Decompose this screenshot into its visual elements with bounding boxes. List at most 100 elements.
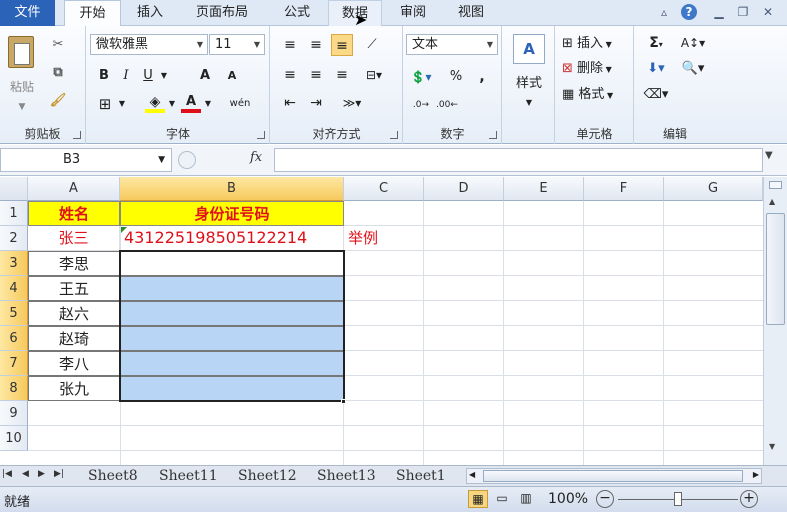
sheet-tab-sheet1[interactable]: Sheet1: [396, 466, 454, 486]
zoom-slider-thumb[interactable]: [674, 492, 682, 506]
row-header-9[interactable]: 9: [0, 401, 28, 426]
increase-decimal-icon[interactable]: .0→: [410, 94, 432, 116]
scroll-right-icon[interactable]: ▶: [753, 470, 759, 479]
font-size-select[interactable]: 11 ▼: [209, 34, 265, 55]
cell-b1[interactable]: 身份证号码: [120, 201, 344, 226]
column-header-b[interactable]: B: [120, 177, 344, 201]
delete-cells-button[interactable]: ⊠ 删除 ▼: [562, 58, 632, 80]
decrease-decimal-icon[interactable]: .00←: [436, 94, 458, 116]
orientation-icon[interactable]: ⟋: [361, 34, 383, 56]
column-header-a[interactable]: A: [28, 177, 120, 201]
insert-function-button[interactable]: fx: [250, 150, 262, 165]
paste-button[interactable]: 粘贴: [2, 76, 42, 98]
font-color-button[interactable]: A: [181, 93, 201, 113]
split-box[interactable]: [769, 181, 782, 189]
find-select-icon[interactable]: 🔍▾: [679, 58, 707, 80]
fill-icon[interactable]: ⬇▾: [643, 58, 669, 80]
row-header-10[interactable]: 10: [0, 426, 28, 451]
paste-dropdown-icon[interactable]: ▼: [4, 96, 40, 118]
cell-a6[interactable]: 赵琦: [28, 326, 120, 351]
minimize-window-icon[interactable]: ▁: [711, 4, 727, 20]
column-header-f[interactable]: F: [584, 177, 664, 201]
align-right-icon[interactable]: ≡: [331, 64, 353, 86]
font-name-select[interactable]: 微软雅黑 ▼: [90, 34, 208, 55]
styles-dropdown-icon[interactable]: ▼: [517, 92, 541, 114]
cell-a1[interactable]: 姓名: [28, 201, 120, 226]
increase-indent-icon[interactable]: ⇥: [305, 92, 327, 114]
merge-center-icon[interactable]: ⊟▾: [361, 64, 387, 86]
fill-handle[interactable]: [341, 399, 346, 404]
sheet-tab-sheet8[interactable]: Sheet8: [88, 466, 138, 486]
tab-home[interactable]: 开始: [64, 0, 121, 27]
align-top-icon[interactable]: ≡: [279, 34, 301, 56]
grow-font-button[interactable]: A: [195, 65, 215, 87]
cell-a2[interactable]: 张三: [28, 226, 120, 251]
row-header-6[interactable]: 6: [0, 326, 28, 351]
expand-formula-bar-icon[interactable]: ▼: [765, 150, 773, 161]
cell-b2[interactable]: 431225198505122214: [120, 226, 344, 251]
vertical-scroll-thumb[interactable]: [766, 213, 785, 325]
cell-a3[interactable]: 李思: [28, 251, 120, 276]
number-launcher-icon[interactable]: [489, 131, 497, 139]
zoom-level[interactable]: 100%: [548, 491, 588, 507]
row-header-4[interactable]: 4: [0, 276, 28, 301]
shrink-font-button[interactable]: A: [222, 65, 242, 87]
clipboard-launcher-icon[interactable]: [73, 131, 81, 139]
horizontal-scroll-thumb[interactable]: [483, 470, 743, 482]
alignment-launcher-icon[interactable]: [390, 131, 398, 139]
last-sheet-icon[interactable]: ▶|: [54, 469, 64, 479]
font-launcher-icon[interactable]: [257, 131, 265, 139]
percent-button[interactable]: %: [448, 66, 464, 88]
row-header-3[interactable]: 3: [0, 251, 28, 276]
sheet-tab-sheet13[interactable]: Sheet13: [317, 466, 376, 486]
cell-a8[interactable]: 张九: [28, 376, 120, 401]
paste-icon[interactable]: [8, 36, 34, 68]
clear-icon[interactable]: ⌫▾: [643, 84, 669, 106]
scroll-down-icon[interactable]: ▼: [769, 442, 775, 451]
next-sheet-icon[interactable]: ▶: [38, 469, 45, 479]
font-color-dropdown-icon[interactable]: ▼: [203, 93, 213, 115]
align-left-icon[interactable]: ≡: [279, 64, 301, 86]
row-header-1[interactable]: 1: [0, 201, 28, 226]
phonetic-button[interactable]: wén: [227, 93, 253, 115]
fill-dropdown-icon[interactable]: ▼: [167, 93, 177, 115]
autosum-button[interactable]: Σ▾: [643, 32, 669, 54]
page-layout-view-icon[interactable]: ▭: [492, 490, 512, 508]
row-header-5[interactable]: 5: [0, 301, 28, 326]
cell-a5[interactable]: 赵六: [28, 301, 120, 326]
text-direction-icon[interactable]: ≫▾: [339, 92, 365, 114]
column-header-d[interactable]: D: [424, 177, 504, 201]
format-painter-icon[interactable]: 🖌: [46, 90, 70, 112]
align-middle-icon[interactable]: ≡: [305, 34, 327, 56]
number-format-select[interactable]: 文本 ▼: [406, 34, 498, 55]
column-header-g[interactable]: G: [664, 177, 763, 201]
cell-b8[interactable]: [120, 376, 344, 401]
zoom-out-icon[interactable]: −: [596, 490, 614, 508]
cell-b3[interactable]: [120, 251, 344, 276]
first-sheet-icon[interactable]: |◀: [2, 469, 12, 479]
tab-formulas[interactable]: 公式: [270, 0, 324, 26]
underline-button[interactable]: U: [139, 65, 157, 87]
close-window-icon[interactable]: ✕: [760, 4, 776, 20]
comma-button[interactable]: ,: [474, 66, 490, 88]
horizontal-scrollbar[interactable]: ◀ ▶: [466, 468, 762, 484]
cell-c2[interactable]: 举例: [344, 226, 424, 251]
column-header-c[interactable]: C: [344, 177, 424, 201]
underline-dropdown-icon[interactable]: ▼: [159, 65, 169, 87]
restore-window-icon[interactable]: ❐: [735, 4, 751, 20]
styles-icon[interactable]: A: [513, 34, 545, 64]
row-header-8[interactable]: 8: [0, 376, 28, 401]
currency-icon[interactable]: 💲▾: [408, 66, 434, 88]
cell-b6[interactable]: [120, 326, 344, 351]
bold-button[interactable]: B: [95, 65, 113, 87]
fill-color-icon[interactable]: ◈: [145, 93, 165, 113]
align-bottom-icon[interactable]: ≡: [331, 34, 353, 56]
column-header-e[interactable]: E: [504, 177, 584, 201]
row-header-7[interactable]: 7: [0, 351, 28, 376]
row-header-2[interactable]: 2: [0, 226, 28, 251]
sheet-tab-sheet11[interactable]: Sheet11: [159, 466, 218, 486]
tab-review[interactable]: 审阅: [386, 0, 440, 26]
formula-bar-handle-icon[interactable]: [178, 151, 196, 169]
zoom-in-icon[interactable]: +: [740, 490, 758, 508]
borders-icon[interactable]: ⊞: [95, 93, 115, 115]
